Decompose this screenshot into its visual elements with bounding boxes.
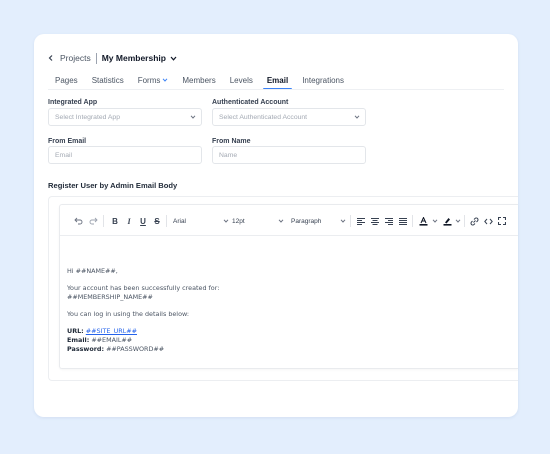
from-name-label: From Name <box>212 138 251 145</box>
toolbar-divider <box>103 215 104 227</box>
tab-email[interactable]: Email <box>260 72 295 90</box>
from-email-label: From Email <box>48 138 87 145</box>
chevron-down-icon[interactable] <box>455 219 461 223</box>
password-value: ##PASSWORD## <box>106 345 165 353</box>
auth-account-label: Authenticated Account <box>212 99 289 106</box>
breadcrumb-separator <box>95 52 97 64</box>
body-line-1: Your account has been successfully creat… <box>67 284 220 292</box>
body-email-line: Email: ##EMAIL## <box>67 336 132 345</box>
toolbar-divider <box>166 215 167 227</box>
chevron-down-icon <box>163 78 168 82</box>
undo-icon[interactable] <box>71 214 85 228</box>
underline-button[interactable]: U <box>136 214 150 228</box>
body-line-2: ##MEMBERSHIP_NAME## <box>67 293 153 301</box>
chevron-left-icon[interactable] <box>48 55 54 61</box>
redo-icon[interactable] <box>86 214 100 228</box>
tab-integrations[interactable]: Integrations <box>295 72 351 88</box>
chevron-down-icon <box>190 115 196 119</box>
url-label: URL: <box>67 327 84 335</box>
toolbar-divider <box>464 215 465 227</box>
block-format-select[interactable]: Paragraph <box>291 214 346 228</box>
align-right-icon[interactable] <box>382 214 396 228</box>
chevron-down-icon[interactable] <box>170 56 177 61</box>
tab-pages[interactable]: Pages <box>48 72 85 88</box>
chevron-down-icon <box>340 219 346 223</box>
body-url-line: URL: ##SITE_URL## <box>67 327 137 336</box>
email-body-title: Register User by Admin Email Body <box>48 181 178 190</box>
text-color-icon[interactable] <box>416 214 430 228</box>
strikethrough-button[interactable]: S <box>150 214 164 228</box>
site-url-link[interactable]: ##SITE_URL## <box>86 327 137 335</box>
from-email-input[interactable]: Email <box>48 146 202 164</box>
align-center-icon[interactable] <box>368 214 382 228</box>
tab-divider <box>48 89 504 90</box>
rich-text-editor[interactable]: B I U S Arial 12pt Paragraph Hi ##NAME##… <box>59 204 518 369</box>
tab-statistics[interactable]: Statistics <box>85 72 131 88</box>
tab-forms[interactable]: Forms <box>131 72 176 88</box>
integrated-app-label: Integrated App <box>48 99 98 106</box>
highlight-color-icon[interactable] <box>440 214 454 228</box>
main-card: Projects My Membership Pages Statistics … <box>34 34 518 417</box>
body-greeting: Hi ##NAME##, <box>67 267 118 275</box>
align-left-icon[interactable] <box>354 214 368 228</box>
italic-button[interactable]: I <box>122 214 136 228</box>
align-justify-icon[interactable] <box>396 214 410 228</box>
editor-container: B I U S Arial 12pt Paragraph Hi ##NAME##… <box>48 196 518 381</box>
from-name-input[interactable]: Name <box>212 146 366 164</box>
chevron-down-icon <box>223 219 229 223</box>
email-value: ##EMAIL## <box>91 336 133 344</box>
link-icon[interactable] <box>467 214 481 228</box>
email-label: Email: <box>67 336 90 344</box>
toolbar-divider <box>350 215 351 227</box>
tab-bar: Pages Statistics Forms Members Levels Em… <box>48 72 351 90</box>
auth-account-select[interactable]: Select Authenticated Account <box>212 108 366 126</box>
body-line-3: You can log in using the details below: <box>67 310 190 318</box>
bold-button[interactable]: B <box>108 214 122 228</box>
font-size-select[interactable]: 12pt <box>232 214 284 228</box>
password-label: Password: <box>67 345 105 353</box>
font-family-select[interactable]: Arial <box>173 214 229 228</box>
body-password-line: Password: ##PASSWORD## <box>67 345 164 354</box>
toolbar-divider <box>412 215 413 227</box>
fullscreen-icon[interactable] <box>495 214 509 228</box>
source-code-icon[interactable] <box>481 214 495 228</box>
tab-levels[interactable]: Levels <box>223 72 260 88</box>
breadcrumb-current[interactable]: My Membership <box>102 53 166 63</box>
breadcrumb-projects-link[interactable]: Projects <box>60 53 91 63</box>
editor-toolbar: B I U S Arial 12pt Paragraph <box>60 205 518 236</box>
tab-members[interactable]: Members <box>175 72 222 88</box>
breadcrumb: Projects My Membership <box>48 51 177 65</box>
chevron-down-icon <box>278 219 284 223</box>
integrated-app-select[interactable]: Select Integrated App <box>48 108 202 126</box>
chevron-down-icon <box>354 115 360 119</box>
chevron-down-icon[interactable] <box>432 219 438 223</box>
